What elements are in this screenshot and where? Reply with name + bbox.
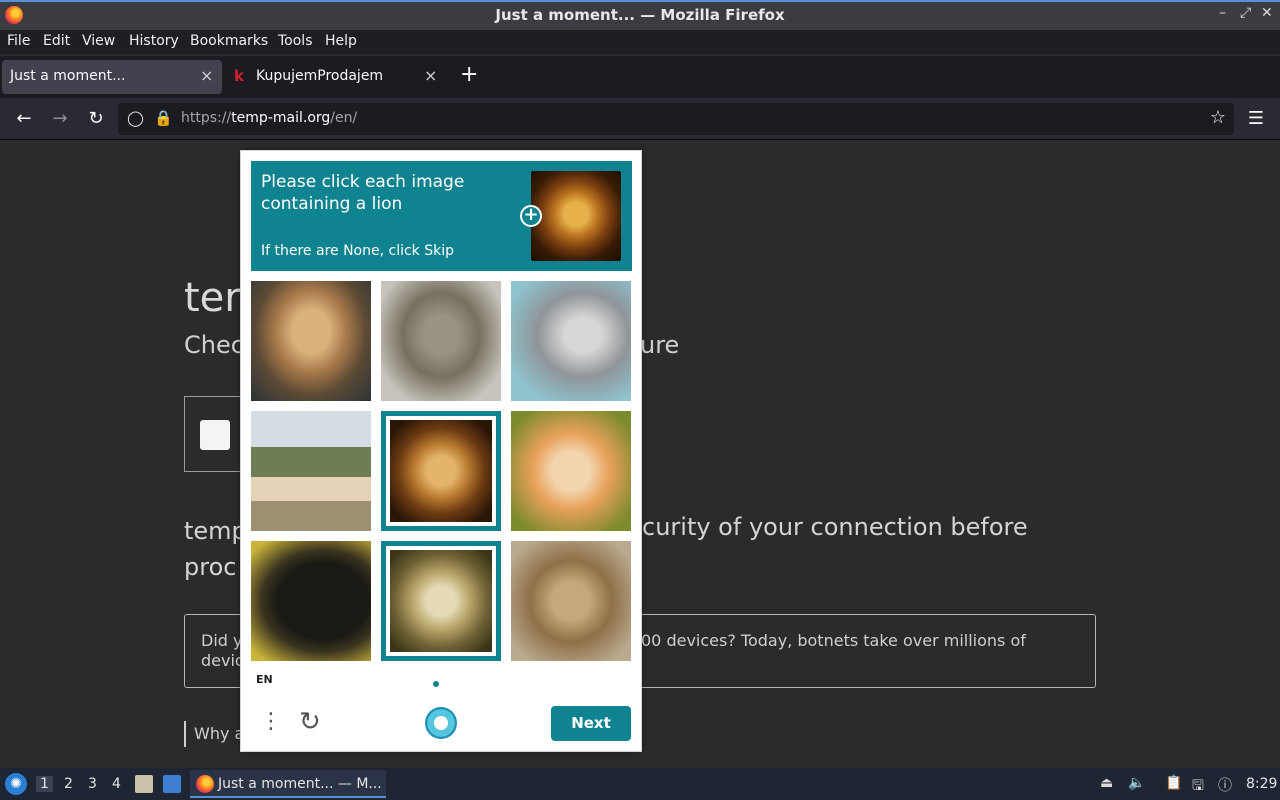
checkbox-square[interactable] — [200, 420, 230, 450]
captcha-tile-selected[interactable] — [381, 411, 501, 531]
url-path: /en/ — [330, 110, 358, 126]
bookmark-star-icon[interactable]: ☆ — [1210, 107, 1226, 128]
page-heading: ter — [184, 275, 241, 321]
back-icon[interactable]: ← — [12, 107, 36, 131]
why-link[interactable]: Why a — [184, 721, 244, 747]
close-icon[interactable]: ✕ — [1261, 5, 1273, 21]
tabby-cat-image — [381, 281, 501, 401]
menu-bookmarks[interactable]: Bookmarks — [190, 33, 268, 49]
lion-example-image — [531, 171, 621, 261]
url-text[interactable]: https://temp-mail.org/en/ — [181, 110, 357, 126]
eject-icon[interactable]: ⏏ — [1100, 775, 1113, 791]
tab-label: Just a moment... — [10, 68, 126, 84]
black-cat-image — [251, 541, 371, 661]
volume-icon[interactable]: 🔈 — [1128, 775, 1145, 791]
checkbox-widget — [184, 396, 244, 472]
taskbar: ✺ 1 2 3 4 Just a moment... — M... ⏏ 🔈 📋 … — [0, 768, 1280, 800]
more-options-icon[interactable]: ⋮ — [260, 711, 282, 733]
captcha-tile[interactable] — [251, 541, 371, 661]
captcha-tile-selected[interactable] — [381, 541, 501, 661]
hcaptcha-logo-icon[interactable] — [425, 707, 457, 739]
lion-image — [390, 550, 492, 652]
url-bar[interactable]: ◯ 🔒 https://temp-mail.org/en/ ☆ — [118, 103, 1234, 135]
notice-line-1: Did y — [201, 631, 243, 650]
notice-text-left: Did y devic — [201, 631, 244, 671]
page-indicator-dot — [433, 681, 439, 687]
captcha-tile[interactable] — [511, 281, 631, 401]
menu-file[interactable]: File — [7, 33, 30, 49]
refresh-challenge-icon[interactable]: ↻ — [299, 707, 321, 737]
close-tab-icon[interactable]: × — [424, 66, 437, 85]
captcha-skip-hint: If there are None, click Skip — [261, 243, 455, 259]
workspace-3[interactable]: 3 — [88, 776, 97, 792]
titlebar-accent-line — [0, 0, 1280, 2]
clipboard-icon[interactable]: 📋 — [1165, 775, 1182, 791]
lioness-image — [511, 541, 631, 661]
desktop-icon[interactable] — [163, 775, 181, 793]
page-paragraph-left: temp proc — [184, 513, 247, 585]
lioness-image — [251, 281, 371, 401]
captcha-tile[interactable] — [511, 541, 631, 661]
network-icon[interactable]: 🖫 — [1192, 775, 1204, 799]
orange-kitten-image — [511, 411, 631, 531]
lock-icon[interactable]: 🔒 — [154, 109, 173, 127]
paragraph-line-1: temp — [184, 517, 247, 545]
file-manager-icon[interactable] — [135, 775, 153, 793]
captcha-tile[interactable] — [381, 281, 501, 401]
tab-strip: Just a moment... × k KupujemProdajem × — [0, 56, 1280, 98]
tab-just-a-moment[interactable]: Just a moment... × — [2, 60, 222, 94]
expand-example-icon[interactable]: + — [520, 205, 542, 227]
forward-icon[interactable]: → — [48, 107, 72, 131]
window-titlebar: Just a moment... — Mozilla Firefox – ⤢ ✕ — [0, 0, 1280, 30]
lion-image — [390, 420, 492, 522]
horse-image — [251, 411, 371, 531]
kupujemprodajem-favicon-icon: k — [234, 67, 244, 85]
firefox-icon — [196, 775, 214, 793]
menu-bar: File Edit View History Bookmarks Tools H… — [0, 30, 1280, 54]
page-subheading-left: Chec — [184, 331, 244, 359]
workspace-4[interactable]: 4 — [112, 776, 121, 792]
grey-cat-image — [511, 281, 631, 401]
notification-icon[interactable]: ⓘ — [1218, 775, 1232, 795]
menu-view[interactable]: View — [82, 33, 115, 49]
url-scheme: https:// — [181, 110, 232, 126]
close-tab-icon[interactable]: × — [200, 66, 213, 85]
maximize-icon[interactable]: ⤢ — [1240, 5, 1251, 21]
captcha-prompt: Please click each image containing a lio… — [261, 172, 465, 214]
tab-kupujemprodajem[interactable]: k KupujemProdajem × — [226, 60, 448, 94]
app-menu-icon[interactable]: ☰ — [1244, 107, 1268, 131]
tracking-shield-icon[interactable]: ◯ — [127, 109, 144, 127]
paragraph-line-2: proc — [184, 553, 237, 581]
language-selector[interactable]: EN — [256, 673, 273, 686]
captcha-tile[interactable] — [251, 281, 371, 401]
window-title: Just a moment... — Mozilla Firefox — [495, 6, 785, 24]
menu-edit[interactable]: Edit — [43, 33, 70, 49]
start-menu-icon[interactable]: ✺ — [5, 773, 27, 795]
taskbar-firefox-window[interactable]: Just a moment... — M... — [190, 770, 386, 798]
workspace-2[interactable]: 2 — [64, 776, 73, 792]
reload-icon[interactable]: ↻ — [84, 107, 108, 131]
page-paragraph-right: curity of your connection before — [642, 513, 1028, 541]
page-subheading-right: ure — [640, 331, 680, 359]
notice-text-right: 00 devices? Today, botnets take over mil… — [641, 631, 1026, 650]
menu-help[interactable]: Help — [325, 33, 357, 49]
menu-history[interactable]: History — [129, 33, 179, 49]
clock: 8:29 — [1246, 776, 1278, 792]
new-tab-button[interactable]: + — [460, 62, 478, 87]
menu-tools[interactable]: Tools — [278, 33, 313, 49]
workspace-1[interactable]: 1 — [36, 776, 53, 792]
minimize-icon[interactable]: – — [1219, 5, 1226, 21]
navigation-bar: ← → ↻ ◯ 🔒 https://temp-mail.org/en/ ☆ ☰ — [0, 98, 1280, 140]
next-button[interactable]: Next — [551, 706, 631, 741]
tab-label: KupujemProdajem — [256, 68, 384, 84]
notice-line-2: devic — [201, 651, 244, 670]
task-label: Just a moment... — M... — [218, 776, 382, 792]
captcha-tile[interactable] — [251, 411, 371, 531]
captcha-tile[interactable] — [511, 411, 631, 531]
captcha-prompt-header: Please click each image containing a lio… — [251, 161, 632, 271]
captcha-challenge: Please click each image containing a lio… — [240, 150, 642, 752]
url-host: temp-mail.org — [231, 110, 331, 126]
